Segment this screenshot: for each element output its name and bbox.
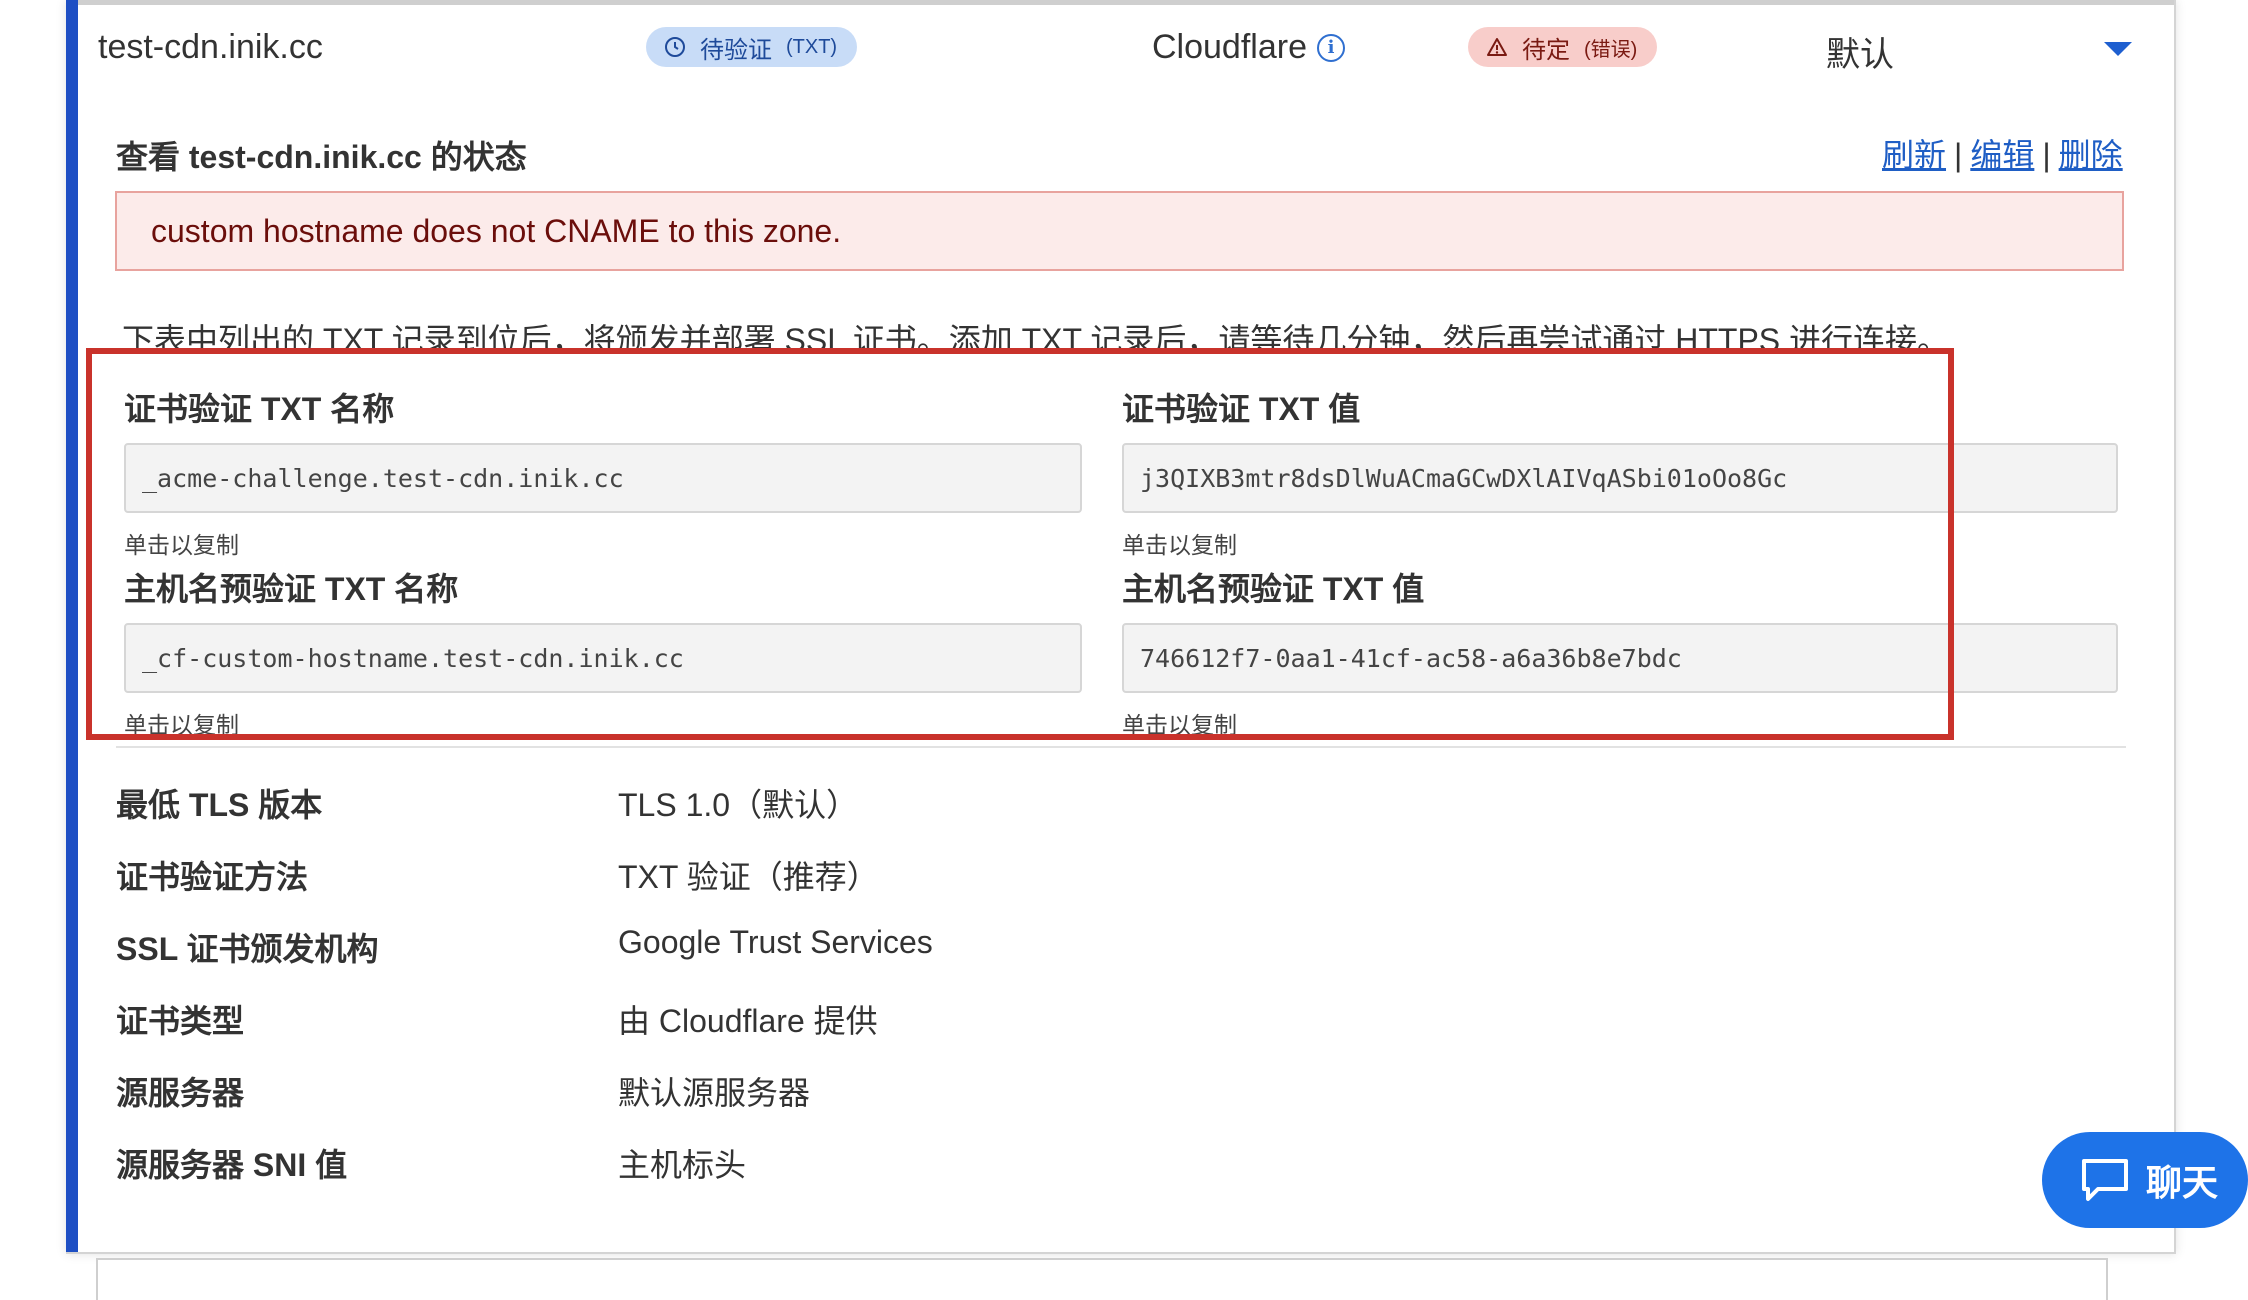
verification-status-label: 待验证 xyxy=(700,36,772,64)
verification-status-badge: 待验证 (TXT) xyxy=(646,27,858,67)
error-message: custom hostname does not CNAME to this z… xyxy=(151,212,842,249)
status-heading: 查看 test-cdn.inik.cc 的状态 xyxy=(116,139,527,175)
page-margin xyxy=(0,0,66,1286)
section-divider xyxy=(116,746,2126,748)
chevron-down-icon[interactable] xyxy=(2104,42,2132,56)
detail-label: 源服务器 SNI 值 xyxy=(116,1147,348,1183)
annotation-highlight-box xyxy=(86,348,1954,740)
action-separator: | xyxy=(2042,137,2051,173)
certificate-status-sub: (错误) xyxy=(1584,38,1638,61)
error-alert: custom hostname does not CNAME to this z… xyxy=(115,191,2124,271)
certificate-provider: Cloudflare i xyxy=(1152,28,1345,67)
detail-value: TXT 验证（推荐） xyxy=(618,859,879,895)
detail-label: 证书验证方法 xyxy=(116,859,309,895)
detail-value: TLS 1.0（默认） xyxy=(618,787,859,823)
origin-default-label: 默认 xyxy=(1826,36,1894,74)
detail-label: 源服务器 xyxy=(116,1075,245,1111)
detail-value: 由 Cloudflare 提供 xyxy=(618,1003,878,1039)
warning-icon xyxy=(1487,38,1507,56)
action-separator: | xyxy=(1954,137,1963,173)
detail-value: 主机标头 xyxy=(618,1147,747,1183)
verification-status-sub: (TXT) xyxy=(786,35,838,58)
delete-link[interactable]: 删除 xyxy=(2059,130,2123,176)
certificate-status-label: 待定 xyxy=(1522,36,1570,64)
card-accent-bar xyxy=(66,0,78,1252)
detail-value: 默认源服务器 xyxy=(618,1075,811,1111)
refresh-link[interactable]: 刷新 xyxy=(1882,130,1946,176)
txt-instructions: 下表中列出的 TXT 记录到位后，将颁发并部署 SSL 证书。添加 TXT 记录… xyxy=(122,322,1950,352)
hostname-text: test-cdn.inik.cc xyxy=(98,28,323,66)
next-hostname-card xyxy=(96,1258,2108,1300)
chat-button[interactable]: 聊天 xyxy=(2042,1132,2248,1228)
detail-label: 证书类型 xyxy=(116,1003,245,1039)
chat-label: 聊天 xyxy=(2146,1162,2219,1203)
certificate-status-badge: 待定 (错误) xyxy=(1468,27,1658,67)
detail-value: Google Trust Services xyxy=(618,924,933,960)
detail-label: SSL 证书颁发机构 xyxy=(116,931,379,967)
chat-bubble-icon xyxy=(2082,1159,2128,1201)
status-actions: 刷新 | 编辑 | 删除 xyxy=(1882,130,2123,176)
edit-link[interactable]: 编辑 xyxy=(1970,130,2034,176)
info-icon[interactable]: i xyxy=(1316,33,1345,62)
detail-label: 最低 TLS 版本 xyxy=(116,787,323,823)
provider-name: Cloudflare xyxy=(1152,28,1307,66)
card-top-border xyxy=(78,0,2174,5)
clock-icon xyxy=(665,37,685,57)
